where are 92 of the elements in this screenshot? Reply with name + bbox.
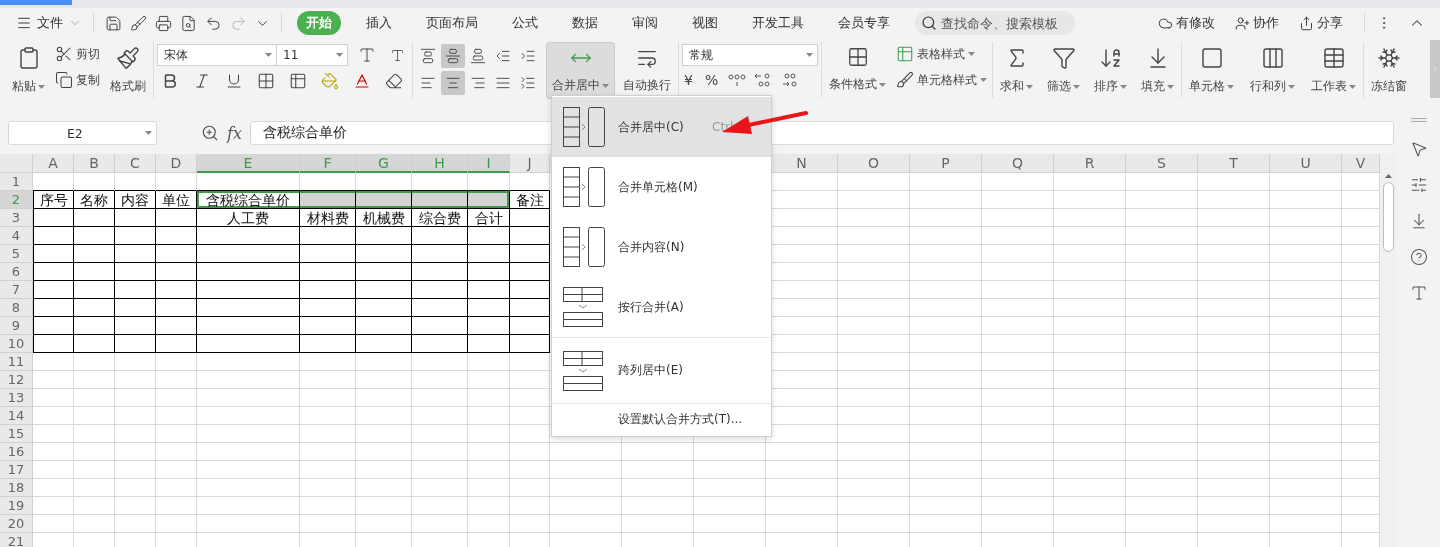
- table-cell: 内容: [115, 191, 156, 209]
- row-header[interactable]: 6: [0, 263, 33, 281]
- table-cell: 综合费: [412, 209, 468, 227]
- cell-button[interactable]: 单元格: [1185, 44, 1238, 97]
- column-header[interactable]: P: [910, 154, 982, 173]
- column-header[interactable]: V: [1342, 154, 1380, 173]
- number-format-button[interactable]: ¥: [682, 72, 695, 88]
- file-menu[interactable]: 文件: [12, 14, 86, 32]
- merge-center-button[interactable]: 合并居中: [546, 42, 615, 99]
- column-header[interactable]: R: [1054, 154, 1126, 173]
- row-header[interactable]: 15: [0, 425, 33, 443]
- column-header[interactable]: J: [510, 154, 550, 173]
- row-header[interactable]: 11: [0, 353, 33, 371]
- wrap-text-button[interactable]: 自动换行: [619, 42, 675, 96]
- cell-style-button[interactable]: 单元格样式: [894, 70, 989, 90]
- row-header[interactable]: 16: [0, 443, 33, 461]
- menu-item[interactable]: 合并内容(N): [552, 217, 771, 277]
- row-header[interactable]: 5: [0, 245, 33, 263]
- menu-item-label: 跨列居中(E): [618, 362, 683, 379]
- table-cell: 备注: [510, 191, 550, 209]
- font-name-select[interactable]: 宋体: [157, 44, 277, 66]
- header-action[interactable]: 协作: [1229, 13, 1285, 33]
- ribbon-tab[interactable]: 会员专享: [829, 11, 899, 35]
- row-header[interactable]: 4: [0, 227, 33, 245]
- search-field[interactable]: 查找命令、搜索模板: [915, 11, 1075, 35]
- table-style-button[interactable]: 表格样式: [894, 44, 989, 64]
- font-size-select[interactable]: 11: [276, 44, 348, 66]
- paste-button[interactable]: 粘贴: [8, 44, 49, 97]
- freeze-panes-button[interactable]: 冻结窗: [1367, 44, 1411, 97]
- table-cell: 名称: [74, 191, 115, 209]
- menu-item-label: 合并居中(C): [618, 118, 684, 136]
- row-header[interactable]: 9: [0, 317, 33, 335]
- filter-button[interactable]: 筛选: [1043, 44, 1084, 97]
- name-box[interactable]: E2: [8, 121, 157, 145]
- table-cell: 单位: [156, 191, 197, 209]
- rowcol-button[interactable]: 行和列: [1246, 44, 1299, 97]
- row-header[interactable]: 8: [0, 299, 33, 317]
- row-header[interactable]: 1: [0, 173, 33, 191]
- ribbon-tab[interactable]: 页面布局: [417, 11, 487, 35]
- header-action[interactable]: 分享: [1293, 13, 1349, 33]
- row-header[interactable]: 7: [0, 281, 33, 299]
- table-cell: 序号: [33, 191, 74, 209]
- conditional-format-button[interactable]: 条件格式: [825, 44, 890, 95]
- row-header[interactable]: 18: [0, 479, 33, 497]
- sort-button[interactable]: 排序: [1090, 44, 1131, 97]
- menu-item-label: 设置默认合并方式(T)...: [618, 411, 743, 428]
- row-header[interactable]: 12: [0, 371, 33, 389]
- column-header[interactable]: D: [156, 154, 197, 173]
- sheet-button[interactable]: 工作表: [1307, 44, 1360, 97]
- ribbon-tab[interactable]: 公式: [503, 11, 547, 35]
- menu-item-label: 合并单元格(M): [618, 178, 698, 196]
- menu-item[interactable]: 按行合并(A): [552, 277, 771, 337]
- ribbon-tab[interactable]: 数据: [563, 11, 607, 35]
- ribbon-tab[interactable]: 插入: [357, 11, 401, 35]
- menu-item-label: 合并内容(N): [618, 238, 685, 256]
- fill-button[interactable]: 填充: [1137, 44, 1178, 97]
- column-header[interactable]: S: [1126, 154, 1198, 173]
- table-cell: 材料费: [300, 209, 356, 227]
- menu-item[interactable]: 跨列居中(E): [552, 337, 771, 403]
- table-cell: 含税综合单价: [197, 191, 300, 209]
- table-cell: 机械费: [356, 209, 412, 227]
- table-cell: 人工费: [197, 209, 300, 227]
- row-header[interactable]: 19: [0, 497, 33, 515]
- column-header[interactable]: U: [1270, 154, 1342, 173]
- column-header[interactable]: Q: [982, 154, 1054, 173]
- column-header[interactable]: O: [838, 154, 910, 173]
- row-header[interactable]: 13: [0, 389, 33, 407]
- cut-button[interactable]: 剪切: [53, 44, 102, 64]
- format-painter-button[interactable]: 格式刷: [106, 44, 150, 97]
- ribbon-tab[interactable]: 视图: [683, 11, 727, 35]
- ribbon-tab[interactable]: 开发工具: [743, 11, 813, 35]
- column-header[interactable]: A: [33, 154, 74, 173]
- row-header[interactable]: 20: [0, 515, 33, 533]
- row-header[interactable]: 21: [0, 533, 33, 547]
- column-header[interactable]: T: [1198, 154, 1270, 173]
- header-action[interactable]: 有修改: [1152, 13, 1221, 33]
- row-header[interactable]: 14: [0, 407, 33, 425]
- column-header[interactable]: C: [115, 154, 156, 173]
- sum-button[interactable]: 求和: [996, 44, 1037, 97]
- row-header[interactable]: 3: [0, 209, 33, 227]
- table-cell: 合计: [468, 209, 510, 227]
- row-header[interactable]: 17: [0, 461, 33, 479]
- function-label[interactable]: fx: [227, 123, 242, 143]
- number-format-select[interactable]: 常规: [682, 44, 818, 66]
- copy-button[interactable]: 复制: [53, 70, 102, 90]
- menu-item[interactable]: 合并单元格(M): [552, 157, 771, 217]
- menu-item[interactable]: 设置默认合并方式(T)...: [552, 403, 771, 435]
- ribbon-tab[interactable]: 审阅: [623, 11, 667, 35]
- row-header[interactable]: 10: [0, 335, 33, 353]
- column-header[interactable]: B: [74, 154, 115, 173]
- menu-item-label: 按行合并(A): [618, 298, 684, 316]
- number-format-button[interactable]: %: [702, 72, 721, 88]
